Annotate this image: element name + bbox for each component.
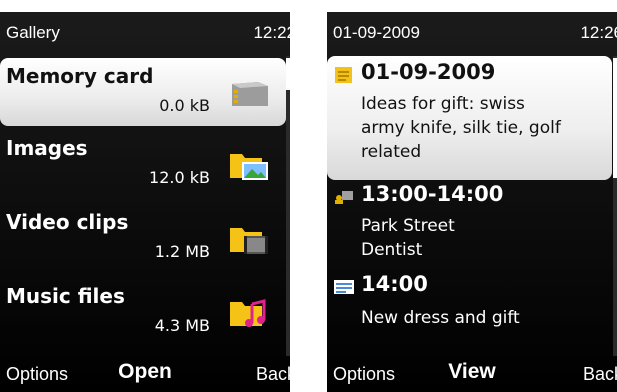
scrollbar-thumb[interactable] <box>286 58 290 90</box>
entry-line: army knife, silk tie, golf <box>361 118 561 138</box>
scrollbar-thumb[interactable] <box>613 58 617 178</box>
list-item-memory-card[interactable]: Memory card 0.0 kB <box>0 58 286 126</box>
images-folder-icon <box>230 154 268 180</box>
scrollbar[interactable] <box>613 56 617 356</box>
video-folder-icon <box>230 228 268 254</box>
list-item-music-files[interactable]: Music files 4.3 MB <box>0 278 286 346</box>
meeting-icon <box>335 191 353 204</box>
item-name: Video clips <box>6 210 129 234</box>
item-size: 1.2 MB <box>154 242 210 261</box>
memo-icon <box>335 67 352 83</box>
item-name: Music files <box>6 284 125 308</box>
view-softkey[interactable]: View <box>327 360 617 384</box>
open-softkey[interactable]: Open <box>0 360 290 384</box>
entry-line: related <box>361 142 422 162</box>
entry-heading: 14:00 <box>361 272 428 296</box>
back-softkey[interactable]: Back <box>256 364 290 385</box>
item-size: 0.0 kB <box>159 96 210 115</box>
gallery-screen: Gallery 12:22 Memory card 0.0 kB Images … <box>0 12 290 392</box>
agenda-entry-memo[interactable]: 01-09-2009 Ideas for gift: swiss army kn… <box>327 56 612 180</box>
entry-line: Park Street <box>361 216 455 236</box>
entry-heading: 01-09-2009 <box>361 60 496 84</box>
calendar-screen: 01-09-2009 12:26 01-09-2009 Ideas for gi… <box>327 12 617 392</box>
entry-heading: 13:00-14:00 <box>361 182 504 206</box>
screen-title: Gallery <box>6 23 60 42</box>
entry-line: Dentist <box>361 240 423 260</box>
softkeys-bar: Options View Back <box>327 352 617 392</box>
agenda-entry-reminder[interactable]: 14:00 New dress and gift <box>327 270 612 332</box>
item-size: 4.3 MB <box>154 316 210 335</box>
item-size: 12.0 kB <box>149 168 210 187</box>
item-name: Memory card <box>6 64 154 88</box>
agenda-entry-meeting[interactable]: 13:00-14:00 Park Street Dentist <box>327 182 612 268</box>
music-folder-icon <box>230 299 266 327</box>
list-item-images[interactable]: Images 12.0 kB <box>0 130 286 198</box>
memory-card-icon <box>232 82 268 106</box>
entry-line: Ideas for gift: swiss <box>361 94 525 114</box>
softkeys-bar: Options Open Back <box>0 352 290 392</box>
back-softkey[interactable]: Back <box>583 364 617 385</box>
list-item-video-clips[interactable]: Video clips 1.2 MB <box>0 204 286 272</box>
entry-line: New dress and gift <box>361 308 520 328</box>
status-bar: 01-09-2009 12:26 <box>327 12 617 52</box>
item-name: Images <box>6 136 88 160</box>
screen-title: 01-09-2009 <box>333 23 420 42</box>
clock: 12:26 <box>580 23 617 42</box>
status-bar: Gallery 12:22 <box>0 12 290 52</box>
scrollbar[interactable] <box>286 56 290 356</box>
clock: 12:22 <box>253 23 290 42</box>
reminder-icon <box>334 280 354 294</box>
